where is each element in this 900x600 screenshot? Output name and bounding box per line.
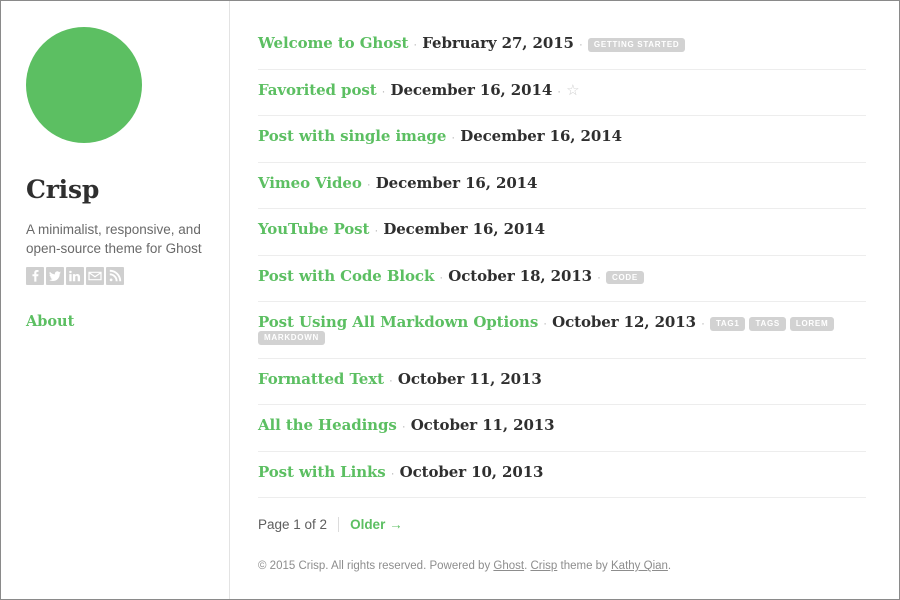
footer-text-4: . [667,560,672,573]
post-date: October 18, 2013 [448,266,593,285]
post-tag[interactable]: TAGS [749,317,786,331]
post-list-item: YouTube Post · December 16, 2014 [258,209,866,256]
post-title-link[interactable]: Post with Code Block [258,267,434,285]
post-meta-separator: · [390,465,395,480]
post-meta-separator: · [374,223,379,237]
post-list-item: Post Using All Markdown Options · October … [258,302,866,359]
footer-link-author[interactable]: Kathy Qian [611,560,668,572]
facebook-icon[interactable] [26,266,44,285]
post-list-item: Post with single image · December 16, 2014 [258,116,866,163]
post-list: Welcome to Ghost · February 27, 2015 · GETTI… [258,23,866,499]
site-description: A minimalist, responsive, and open-sourc… [26,221,202,256]
post-date: December 16, 2014 [375,173,538,192]
site-avatar [26,27,142,143]
post-title-link[interactable]: Formatted Text [258,370,384,388]
post-tag[interactable]: MARKDOWN [258,330,325,345]
post-title-link[interactable]: All the Headings [258,416,397,434]
post-title-link[interactable]: Post Using All Markdown Options [258,313,538,331]
post-list-item: All the Headings · October 11, 2013 [258,405,866,452]
footer-link-crisp[interactable]: Crisp [530,560,557,572]
post-meta-separator: · [413,37,418,51]
post-list-item: Post with Links · October 10, 2013 [258,452,866,499]
site-footer: © 2015 Crisp. All rights reserved. Power… [258,532,866,575]
post-date: December 16, 2014 [460,127,622,145]
post-meta-separator: · [578,37,583,51]
footer-copyright-text: © 2015 Crisp. All rights reserved. Power… [258,560,494,573]
post-date: December 16, 2014 [390,80,553,99]
footer-link-ghost[interactable]: Ghost [493,560,524,572]
post-meta-separator: · [451,130,456,144]
post-meta-separator: · [366,176,371,191]
post-title-link[interactable]: Post with single image [258,127,446,145]
post-meta-separator: · [439,269,444,284]
post-title-link[interactable]: Welcome to Ghost [258,34,408,52]
post-date: October 11, 2013 [410,416,555,435]
pagination: Page 1 of 2 Older → [258,498,866,533]
footer-text-3: theme by [557,560,612,573]
post-date: October 11, 2013 [397,369,542,388]
post-date: December 16, 2014 [383,220,545,238]
post-meta-separator: · [557,83,562,98]
sidebar: Crisp A minimalist, responsive, and open… [1,1,230,599]
post-title-link[interactable]: Favorited post [258,81,377,99]
post-title-link[interactable]: Vimeo Video [258,174,362,192]
post-list-item: Post with Code Block · October 18, 2013 · CO… [258,256,866,302]
post-title-link[interactable]: Post with Links [258,463,386,481]
linkedin-icon[interactable] [66,266,84,285]
post-tag[interactable]: CODE [606,270,644,285]
post-meta-separator: · [381,83,386,98]
page-root: Crisp A minimalist, responsive, and open… [0,0,900,600]
post-meta-separator: · [700,316,705,330]
post-meta-separator: · [401,419,406,434]
older-posts-link[interactable]: Older → [350,517,403,532]
post-date: February 27, 2015 [422,34,574,52]
favorite-star-icon: ☆ [566,81,580,99]
post-tag[interactable]: TAG1 [709,317,746,331]
main-content: Welcome to Ghost · February 27, 2015 · GETTI… [230,1,899,599]
post-title-link[interactable]: YouTube Post [258,220,369,238]
post-list-item: Welcome to Ghost · February 27, 2015 · GETTI… [258,23,866,70]
sidebar-nav: About [26,313,205,331]
post-meta-separator: · [388,372,393,387]
post-list-item: Formatted Text · October 11, 2013 [258,359,866,406]
post-date: October 10, 2013 [399,462,544,481]
post-tag[interactable]: LOREM [789,317,835,331]
page-number: Page 1 of 2 [258,517,328,533]
post-list-item: Favorited post · December 16, 2014 · ☆ [258,70,866,116]
post-list-item: Vimeo Video · December 16, 2014 [258,163,866,209]
rss-icon[interactable] [106,266,124,285]
twitter-icon[interactable] [46,266,64,285]
site-title: Crisp [26,175,100,204]
pagination-divider [338,517,340,533]
social-links [26,266,205,285]
post-tag[interactable]: GETTING STARTED [587,38,686,52]
post-meta-separator: · [543,316,548,330]
post-date: October 12, 2013 [552,313,696,331]
sidebar-nav-about[interactable]: About [26,313,74,330]
email-icon[interactable] [86,266,104,285]
post-meta-separator: · [597,269,602,284]
